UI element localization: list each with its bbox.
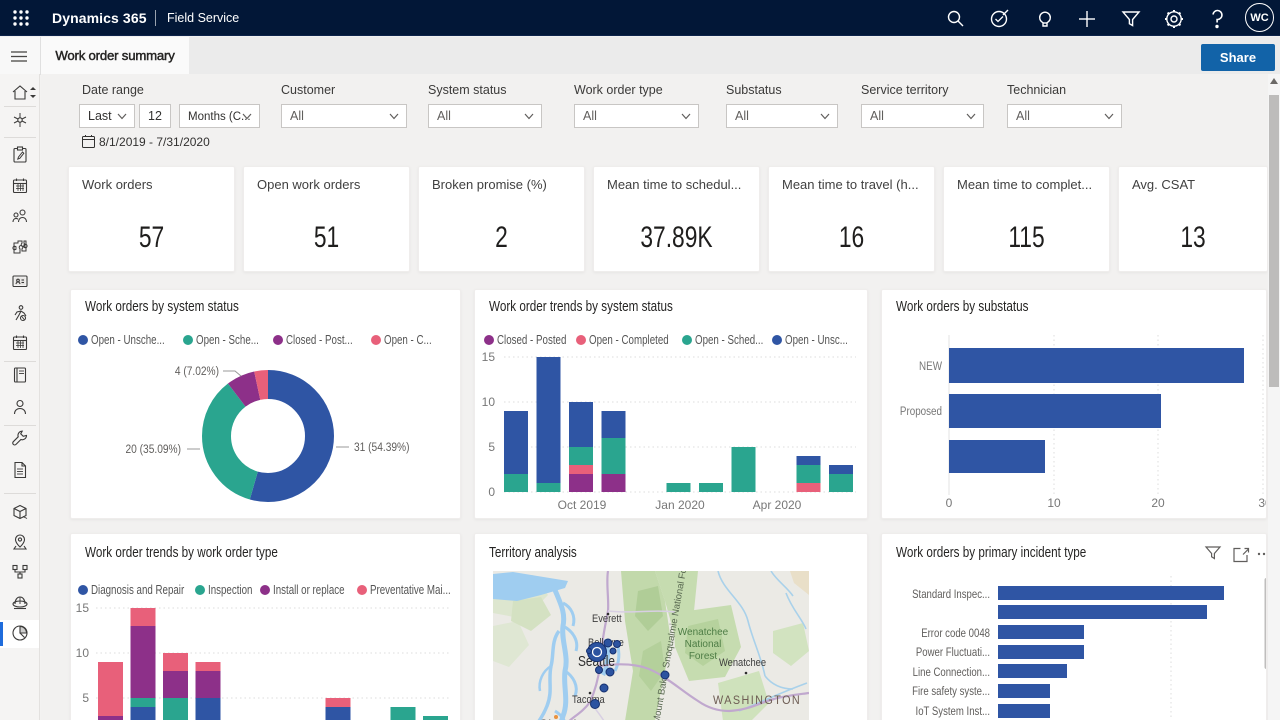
svg-text:10: 10 — [1047, 496, 1061, 510]
svg-text:IoT System Inst...: IoT System Inst... — [916, 705, 990, 718]
svg-text:5: 5 — [82, 691, 89, 705]
svg-text:Everett: Everett — [592, 613, 622, 625]
svg-text:National: National — [685, 639, 722, 650]
svg-text:10: 10 — [76, 646, 90, 660]
svg-text:4 (7.02%): 4 (7.02%) — [175, 365, 219, 378]
svg-text:Proposed: Proposed — [900, 405, 942, 418]
svg-text:Fire safety syste...: Fire safety syste... — [912, 685, 990, 698]
svg-text:Standard Inspec...: Standard Inspec... — [912, 588, 990, 601]
svg-text:Forest: Forest — [689, 651, 718, 662]
svg-text:30: 30 — [1258, 496, 1267, 510]
svg-text:31 (54.39%): 31 (54.39%) — [354, 441, 410, 454]
svg-text:WASHINGTON: WASHINGTON — [713, 695, 801, 708]
svg-text:5: 5 — [488, 440, 495, 454]
svg-text:Line Connection...: Line Connection... — [913, 666, 990, 679]
svg-text:15: 15 — [76, 601, 90, 615]
svg-text:Power Fluctuati...: Power Fluctuati... — [916, 646, 990, 659]
svg-text:Error code 0048: Error code 0048 — [921, 627, 990, 640]
svg-text:Oct 2019: Oct 2019 — [558, 498, 607, 512]
svg-text:Apr 2020: Apr 2020 — [753, 498, 802, 512]
svg-text:0: 0 — [488, 485, 495, 499]
svg-text:20: 20 — [1151, 496, 1165, 510]
svg-text:20 (35.09%): 20 (35.09%) — [125, 443, 181, 456]
svg-text:Wenatchee: Wenatchee — [678, 627, 729, 638]
svg-text:Wenatchee: Wenatchee — [719, 657, 766, 669]
svg-text:0: 0 — [946, 496, 953, 510]
svg-text:Jan 2020: Jan 2020 — [655, 498, 705, 512]
svg-text:10: 10 — [482, 395, 496, 409]
svg-text:Tacoma: Tacoma — [572, 694, 605, 706]
svg-text:15: 15 — [482, 350, 496, 364]
svg-text:NEW: NEW — [919, 360, 943, 373]
